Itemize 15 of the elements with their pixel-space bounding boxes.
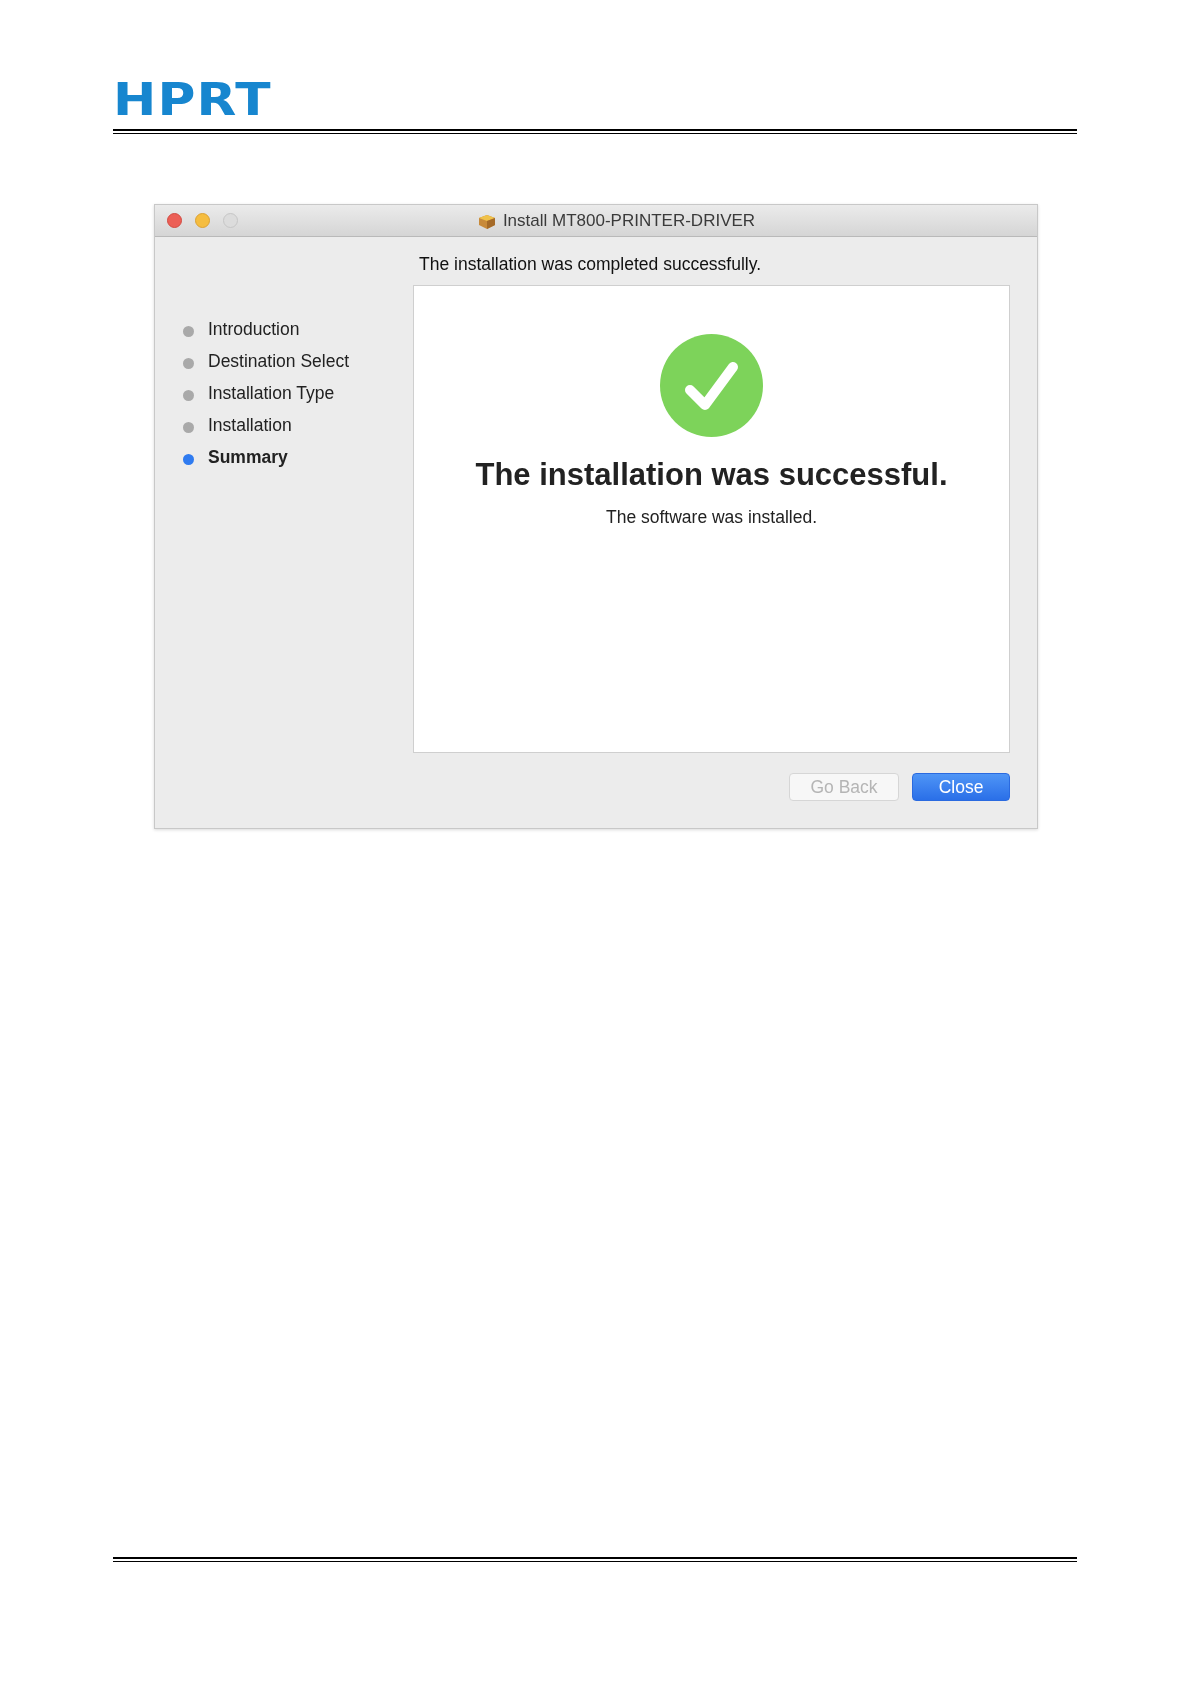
result-heading: The installation was successful.	[475, 457, 948, 493]
status-text: The installation was completed successfully.	[418, 254, 763, 275]
step-item: Destination Select	[183, 351, 413, 372]
logo: HPRT	[113, 80, 272, 120]
success-check-icon	[660, 334, 763, 437]
result-text: The software was installed.	[605, 507, 818, 528]
step-item: Installation Type	[183, 383, 413, 404]
minimize-button[interactable]	[195, 213, 210, 228]
step-item: Summary	[183, 447, 413, 468]
step-item: Installation	[183, 415, 413, 436]
step-item: Introduction	[183, 319, 413, 340]
zoom-button[interactable]	[223, 213, 238, 228]
close-window-button[interactable]	[167, 213, 182, 228]
window-title: Install MT800-PRINTER-DRIVER	[502, 210, 756, 231]
close-button[interactable]: Close	[912, 773, 1010, 801]
